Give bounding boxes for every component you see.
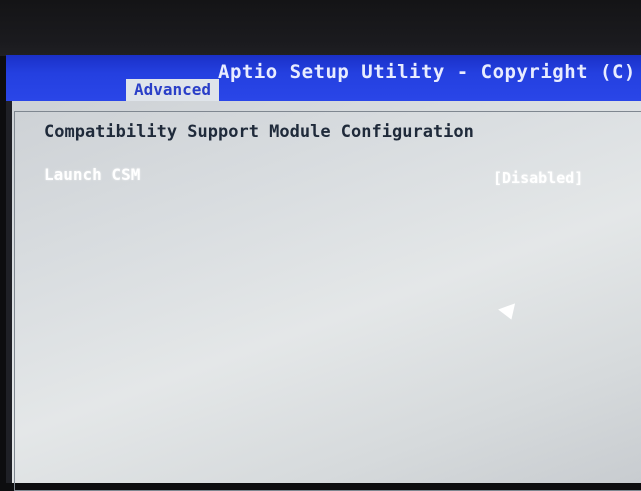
app-title: Aptio Setup Utility - Copyright (C)	[218, 61, 636, 83]
monitor-bezel	[0, 0, 641, 56]
launch-csm-value[interactable]: [Disabled]	[493, 169, 583, 187]
panel-edge	[6, 101, 12, 483]
section-title: Compatibility Support Module Configurati…	[44, 122, 474, 142]
main-panel: Compatibility Support Module Configurati…	[6, 101, 641, 491]
tab-advanced[interactable]: Advanced	[126, 79, 220, 101]
launch-csm-label[interactable]: Launch CSM	[44, 165, 140, 184]
title-bar: Aptio Setup Utility - Copyright (C) Adva…	[6, 55, 641, 101]
